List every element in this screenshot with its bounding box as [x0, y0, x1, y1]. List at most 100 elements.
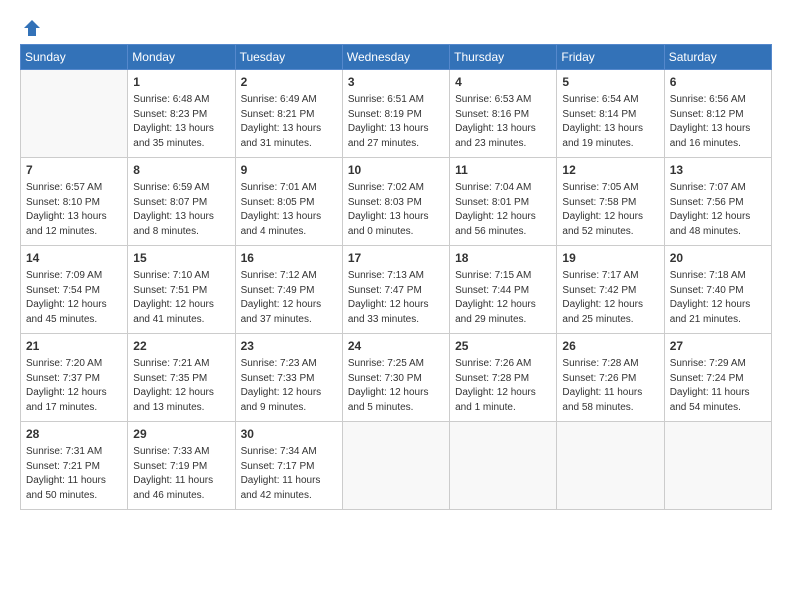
- calendar-cell: 3 Sunrise: 6:51 AMSunset: 8:19 PMDaylight…: [342, 70, 449, 158]
- cell-line: Daylight: 11 hours: [562, 386, 658, 401]
- cell-line: Sunset: 8:10 PM: [26, 196, 122, 211]
- calendar-cell: 13Sunrise: 7:07 AMSunset: 7:56 PMDayligh…: [664, 158, 771, 246]
- cell-line: Sunrise: 7:07 AM: [670, 181, 766, 196]
- cell-line: Sunrise: 6:57 AM: [26, 181, 122, 196]
- calendar-cell: [557, 422, 664, 510]
- cell-line: Sunset: 8:16 PM: [455, 108, 551, 123]
- cell-line: Sunrise: 7:04 AM: [455, 181, 551, 196]
- cell-line: Sunset: 8:14 PM: [562, 108, 658, 123]
- cell-line: Sunset: 7:30 PM: [348, 372, 444, 387]
- week-row-2: 7Sunrise: 6:57 AMSunset: 8:10 PMDaylight…: [21, 158, 772, 246]
- col-saturday: Saturday: [664, 45, 771, 70]
- cell-line: Sunrise: 7:18 AM: [670, 269, 766, 284]
- day-number: 27: [670, 338, 766, 355]
- calendar-cell: 17Sunrise: 7:13 AMSunset: 7:47 PMDayligh…: [342, 246, 449, 334]
- cell-line: Sunrise: 6:51 AM: [348, 93, 444, 108]
- cell-line: Daylight: 13 hours: [241, 122, 337, 137]
- cell-line: Sunrise: 7:26 AM: [455, 357, 551, 372]
- cell-line: Sunrise: 7:20 AM: [26, 357, 122, 372]
- cell-line: and 8 minutes.: [133, 225, 229, 240]
- cell-line: Sunset: 7:40 PM: [670, 284, 766, 299]
- cell-line: Sunset: 7:42 PM: [562, 284, 658, 299]
- calendar-header: Sunday Monday Tuesday Wednesday Thursday…: [21, 45, 772, 70]
- cell-line: and 33 minutes.: [348, 313, 444, 328]
- day-number: 29: [133, 426, 229, 443]
- col-sunday: Sunday: [21, 45, 128, 70]
- cell-line: and 56 minutes.: [455, 225, 551, 240]
- cell-line: Sunset: 7:26 PM: [562, 372, 658, 387]
- cell-line: Sunset: 7:35 PM: [133, 372, 229, 387]
- cell-line: and 21 minutes.: [670, 313, 766, 328]
- page: Sunday Monday Tuesday Wednesday Thursday…: [0, 0, 792, 612]
- day-number: 25: [455, 338, 551, 355]
- day-number: 22: [133, 338, 229, 355]
- calendar-cell: 2Sunrise: 6:49 AMSunset: 8:21 PMDaylight…: [235, 70, 342, 158]
- cell-line: Sunset: 8:21 PM: [241, 108, 337, 123]
- header: [20, 18, 772, 34]
- day-number: 21: [26, 338, 122, 355]
- cell-line: Sunrise: 7:12 AM: [241, 269, 337, 284]
- cell-line: Daylight: 13 hours: [26, 210, 122, 225]
- cell-line: Sunrise: 6:54 AM: [562, 93, 658, 108]
- cell-line: Daylight: 12 hours: [348, 386, 444, 401]
- calendar-cell: 24Sunrise: 7:25 AMSunset: 7:30 PMDayligh…: [342, 334, 449, 422]
- calendar-cell: 1Sunrise: 6:48 AMSunset: 8:23 PMDaylight…: [128, 70, 235, 158]
- cell-line: Sunrise: 7:09 AM: [26, 269, 122, 284]
- calendar-cell: 30Sunrise: 7:34 AMSunset: 7:17 PMDayligh…: [235, 422, 342, 510]
- cell-line: and 48 minutes.: [670, 225, 766, 240]
- day-number: 9: [241, 162, 337, 179]
- cell-line: Sunset: 8:03 PM: [348, 196, 444, 211]
- calendar-cell: [664, 422, 771, 510]
- cell-line: Sunset: 7:58 PM: [562, 196, 658, 211]
- cell-line: and 4 minutes.: [241, 225, 337, 240]
- calendar-body: 1Sunrise: 6:48 AMSunset: 8:23 PMDaylight…: [21, 70, 772, 510]
- calendar-cell: 14Sunrise: 7:09 AMSunset: 7:54 PMDayligh…: [21, 246, 128, 334]
- header-row: Sunday Monday Tuesday Wednesday Thursday…: [21, 45, 772, 70]
- cell-line: Daylight: 11 hours: [241, 474, 337, 489]
- cell-line: and 12 minutes.: [26, 225, 122, 240]
- cell-line: Sunset: 7:19 PM: [133, 460, 229, 475]
- calendar-cell: [21, 70, 128, 158]
- calendar-cell: 26 Sunrise: 7:28 AMSunset: 7:26 PMDayligh…: [557, 334, 664, 422]
- cell-line: and 42 minutes.: [241, 489, 337, 504]
- calendar-cell: 16Sunrise: 7:12 AMSunset: 7:49 PMDayligh…: [235, 246, 342, 334]
- cell-line: and 9 minutes.: [241, 401, 337, 416]
- cell-line: and 5 minutes.: [348, 401, 444, 416]
- cell-line: Daylight: 13 hours: [348, 210, 444, 225]
- calendar-cell: [450, 422, 557, 510]
- calendar-cell: 19Sunrise: 7:17 AMSunset: 7:42 PMDayligh…: [557, 246, 664, 334]
- calendar-cell: 9Sunrise: 7:01 AMSunset: 8:05 PMDaylight…: [235, 158, 342, 246]
- cell-line: and 16 minutes.: [670, 137, 766, 152]
- cell-line: Sunrise: 7:21 AM: [133, 357, 229, 372]
- cell-line: and 23 minutes.: [455, 137, 551, 152]
- cell-line: and 17 minutes.: [26, 401, 122, 416]
- cell-line: and 19 minutes.: [562, 137, 658, 152]
- cell-line: Sunrise: 7:34 AM: [241, 445, 337, 460]
- calendar-cell: 18Sunrise: 7:15 AMSunset: 7:44 PMDayligh…: [450, 246, 557, 334]
- cell-line: Daylight: 13 hours: [133, 122, 229, 137]
- cell-line: and 54 minutes.: [670, 401, 766, 416]
- cell-line: Sunset: 8:19 PM: [348, 108, 444, 123]
- calendar-cell: 7Sunrise: 6:57 AMSunset: 8:10 PMDaylight…: [21, 158, 128, 246]
- cell-line: and 29 minutes.: [455, 313, 551, 328]
- logo-icon: [22, 18, 42, 38]
- cell-line: Sunrise: 7:23 AM: [241, 357, 337, 372]
- logo: [20, 18, 42, 34]
- cell-line: Sunrise: 7:02 AM: [348, 181, 444, 196]
- cell-line: and 41 minutes.: [133, 313, 229, 328]
- cell-line: Daylight: 13 hours: [348, 122, 444, 137]
- calendar-cell: 23Sunrise: 7:23 AMSunset: 7:33 PMDayligh…: [235, 334, 342, 422]
- day-number: 3: [348, 74, 444, 91]
- cell-line: Daylight: 12 hours: [455, 210, 551, 225]
- cell-line: Sunrise: 6:49 AM: [241, 93, 337, 108]
- col-monday: Monday: [128, 45, 235, 70]
- cell-line: Daylight: 12 hours: [26, 298, 122, 313]
- week-row-1: 1Sunrise: 6:48 AMSunset: 8:23 PMDaylight…: [21, 70, 772, 158]
- day-number: 26: [562, 338, 658, 355]
- day-number: 12: [562, 162, 658, 179]
- calendar-cell: 22Sunrise: 7:21 AMSunset: 7:35 PMDayligh…: [128, 334, 235, 422]
- cell-line: Daylight: 12 hours: [455, 386, 551, 401]
- day-number: 5: [562, 74, 658, 91]
- cell-line: Sunrise: 7:28 AM: [562, 357, 658, 372]
- col-thursday: Thursday: [450, 45, 557, 70]
